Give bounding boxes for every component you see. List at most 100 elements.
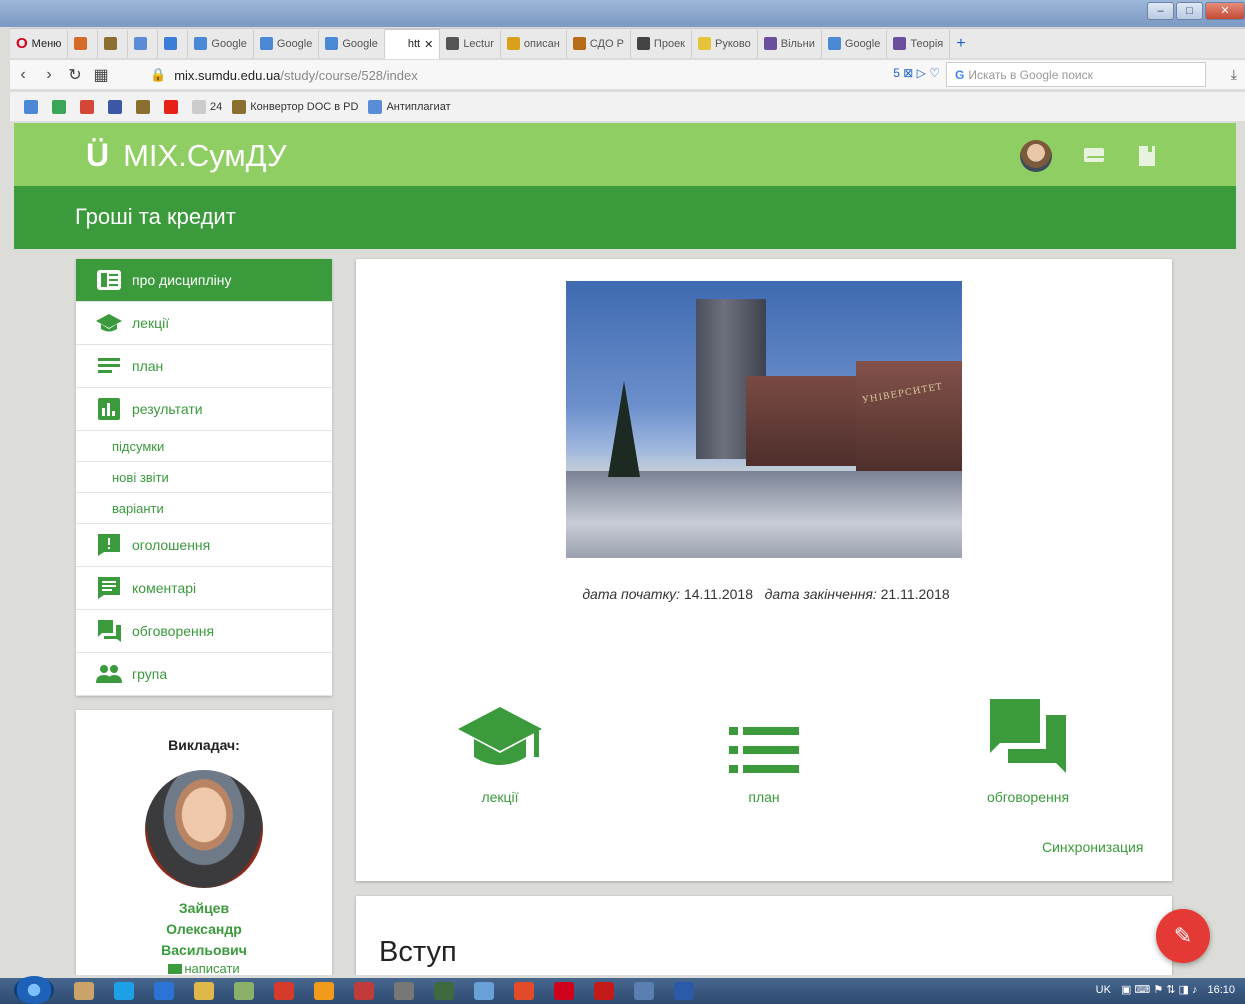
- quick-link-plan[interactable]: план: [684, 689, 844, 805]
- chrome-icon[interactable]: [514, 982, 534, 1000]
- url-field[interactable]: 🔒 mix.sumdu.edu.ua/study/course/528/inde…: [150, 63, 940, 87]
- bookmark-item[interactable]: [24, 99, 42, 114]
- browser-tab[interactable]: htt ✕: [384, 28, 441, 59]
- app-icon[interactable]: [474, 982, 494, 1000]
- browser-tab[interactable]: [68, 29, 99, 58]
- download-icon[interactable]: ⤓: [1231, 66, 1237, 83]
- teacher-name[interactable]: Зайцев Олександр Васильович: [76, 898, 332, 961]
- app-icon[interactable]: [314, 982, 334, 1000]
- browser-tab[interactable]: Проек: [631, 29, 692, 58]
- graduation-cap-icon: [96, 312, 122, 334]
- bookmark-item[interactable]: 24: [192, 99, 222, 114]
- sidebar-item[interactable]: група: [76, 653, 332, 696]
- maximize-button[interactable]: □: [1176, 2, 1203, 20]
- sidebar-item[interactable]: лекції: [76, 302, 332, 345]
- app-icon[interactable]: [434, 982, 454, 1000]
- new-tab-button[interactable]: +: [950, 30, 971, 58]
- mix-logo-icon: Ü: [86, 137, 110, 173]
- site-header: Ü MIX.СумДУ: [14, 123, 1236, 186]
- quick-link-discussion[interactable]: обговорення: [948, 689, 1108, 805]
- browser-tab[interactable]: [128, 29, 159, 58]
- opera-menu-button[interactable]: O Меню: [10, 29, 69, 58]
- bookmark-icon: [24, 99, 38, 114]
- write-to-teacher-link[interactable]: написати: [76, 961, 332, 975]
- edit-fab-button[interactable]: ✎: [1156, 909, 1210, 963]
- tab-favicon-icon: [506, 37, 520, 50]
- opera-icon[interactable]: [554, 982, 574, 1000]
- language-indicator[interactable]: UK: [1096, 984, 1111, 996]
- tray-icons[interactable]: ▣ ⌨ ⚑ ⇅ ◨ ♪: [1121, 983, 1198, 996]
- speed-dial-icon[interactable]: ▦: [88, 65, 114, 85]
- quick-link-label: план: [748, 789, 780, 805]
- bookmark-item[interactable]: [80, 99, 98, 114]
- word-icon[interactable]: [674, 982, 694, 1000]
- sidebar-item[interactable]: оголошення: [76, 524, 332, 567]
- bookmark-item[interactable]: [136, 99, 154, 114]
- clock[interactable]: 16:10: [1207, 984, 1235, 996]
- sidebar-item[interactable]: результати: [76, 388, 332, 431]
- opera-logo-icon: O: [16, 35, 28, 52]
- app-icon[interactable]: [394, 982, 414, 1000]
- menu-label: Меню: [31, 37, 62, 50]
- back-icon[interactable]: ‹: [10, 66, 36, 84]
- quick-link-lectures[interactable]: лекції: [420, 689, 580, 805]
- app-icon[interactable]: [354, 982, 374, 1000]
- browser-tab[interactable]: Google: [254, 29, 320, 58]
- bookmark-item[interactable]: [108, 99, 126, 114]
- explorer-icon[interactable]: [74, 982, 94, 1000]
- browser-tab[interactable]: Google: [188, 29, 254, 58]
- bookmark-icon: [80, 99, 94, 114]
- site-logo[interactable]: Ü MIX.СумДУ: [86, 137, 287, 174]
- browser-tab[interactable]: Google: [822, 29, 888, 58]
- browser-tab[interactable]: [98, 29, 129, 58]
- app-icon[interactable]: [634, 982, 654, 1000]
- user-avatar[interactable]: [1020, 140, 1052, 172]
- skype-icon[interactable]: [114, 982, 134, 1000]
- sync-link[interactable]: Синхронизация: [1042, 839, 1143, 855]
- browser-tab[interactable]: [158, 29, 189, 58]
- browser-tab[interactable]: СДО Р: [567, 29, 631, 58]
- pdf-icon[interactable]: [594, 982, 614, 1000]
- bookmark-item[interactable]: [164, 99, 182, 114]
- tab-label: Вільни: [780, 37, 815, 50]
- browser-tab[interactable]: Теорія: [887, 29, 951, 58]
- search-placeholder: Искать в Google поиск: [968, 67, 1093, 82]
- sidebar-subitem[interactable]: варіанти: [76, 493, 332, 524]
- browser-tab[interactable]: Вільни: [758, 29, 822, 58]
- start-date-label: дата початку:: [582, 586, 681, 602]
- sidebar-item[interactable]: обговорення: [76, 610, 332, 653]
- mail-icon[interactable]: [1084, 148, 1106, 162]
- sidebar-subitem[interactable]: підсумки: [76, 431, 332, 462]
- browser-tab[interactable]: описан: [501, 29, 567, 58]
- sidebar-item[interactable]: план: [76, 345, 332, 388]
- bookmark-label: Конвертор DOC в PD: [250, 100, 359, 113]
- window-controls: – □ ✕: [1147, 2, 1245, 20]
- bookmark-label: Антиплагиат: [386, 100, 451, 113]
- sidebar-item[interactable]: коментарі: [76, 567, 332, 610]
- close-tab-icon[interactable]: ✕: [424, 38, 433, 51]
- url-actions[interactable]: 5 ⊠ ▷ ♡: [893, 66, 940, 80]
- tab-strip: O Меню Google Google Google htt ✕ Lectur описа…: [10, 28, 1245, 59]
- address-bar: ‹ › ↻ ▦ 🔒 mix.sumdu.edu.ua/study/course/…: [10, 60, 1245, 90]
- bookmark-item[interactable]: Антиплагиат: [368, 99, 451, 114]
- sidebar-item[interactable]: про дисципліну: [76, 259, 332, 302]
- close-window-button[interactable]: ✕: [1205, 2, 1245, 20]
- forward-icon[interactable]: ›: [36, 66, 62, 84]
- app-icon[interactable]: [274, 982, 294, 1000]
- app-icon[interactable]: [234, 982, 254, 1000]
- bookmark-icon[interactable]: [1139, 146, 1155, 166]
- teacher-patronymic: Васильович: [161, 942, 247, 958]
- sidebar-subitem[interactable]: нові звіти: [76, 462, 332, 493]
- reload-icon[interactable]: ↻: [62, 65, 88, 85]
- envelope-icon: [168, 963, 183, 974]
- bookmark-item[interactable]: [52, 99, 70, 114]
- browser-tab[interactable]: Google: [319, 29, 385, 58]
- bookmark-item[interactable]: Конвертор DOC в PD: [232, 99, 359, 114]
- folder-icon[interactable]: [194, 982, 214, 1000]
- minimize-button[interactable]: –: [1147, 2, 1174, 20]
- search-input[interactable]: G Искать в Google поиск: [946, 62, 1206, 87]
- app-icon[interactable]: [154, 982, 174, 1000]
- browser-tab[interactable]: Руково: [692, 29, 758, 58]
- browser-tab[interactable]: Lectur: [440, 29, 501, 58]
- start-button[interactable]: [14, 975, 54, 1004]
